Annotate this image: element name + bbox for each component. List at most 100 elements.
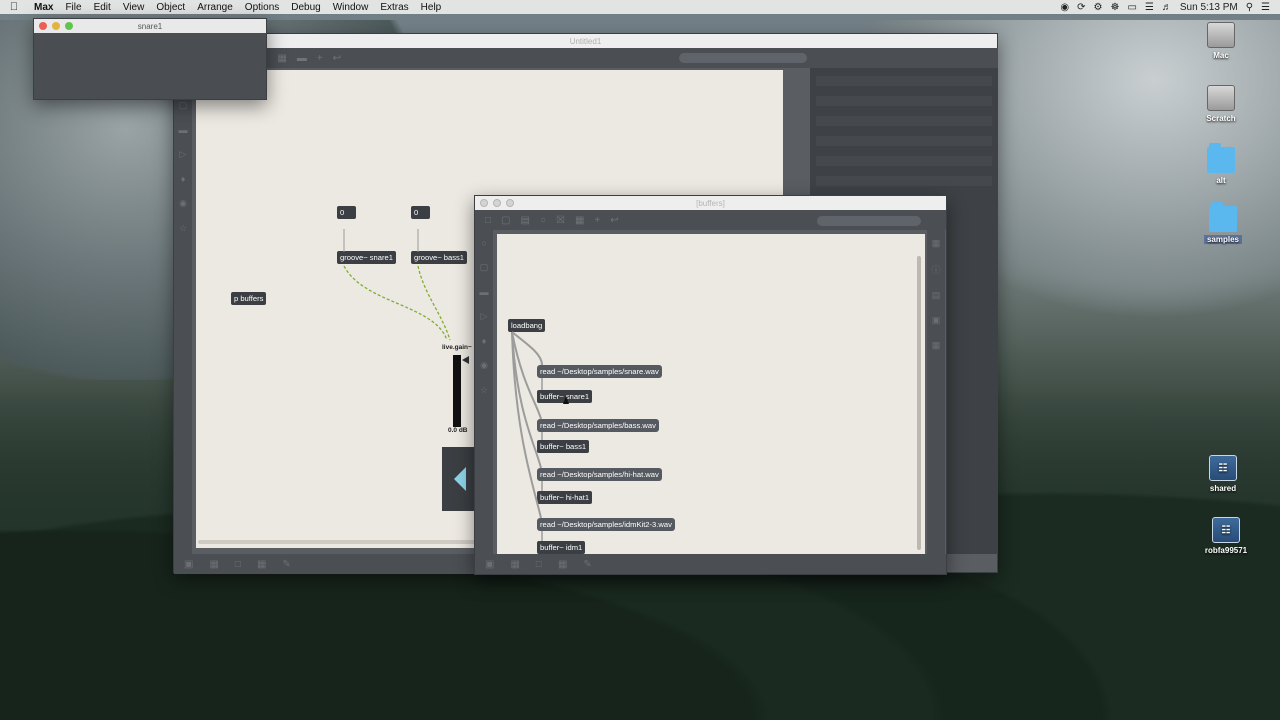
side-tool-icon[interactable]: ◉ — [480, 360, 488, 371]
main-search-field[interactable] — [679, 53, 807, 63]
robot-icon[interactable]: ☸ — [1111, 2, 1120, 13]
arrow-icon[interactable]: ↩ — [610, 215, 618, 226]
side-tool-icon[interactable]: ○ — [481, 238, 486, 248]
desktop-icon-samples[interactable]: samples — [1193, 202, 1253, 244]
menu-max[interactable]: Max — [28, 2, 59, 13]
lock-icon[interactable]: ▣ — [485, 559, 494, 570]
menu-window[interactable]: Window — [327, 2, 375, 13]
number-value: 0 — [340, 208, 345, 217]
read-hihat-message[interactable]: read ~/Desktop/samples/hi-hat.wav — [537, 468, 662, 481]
wifi-icon[interactable]: ☰ — [1145, 2, 1154, 13]
lock-icon[interactable]: ▣ — [184, 559, 193, 570]
new-object-icon[interactable]: ▢ — [501, 215, 510, 226]
snare-titlebar[interactable]: snare1 — [34, 19, 266, 33]
side-tool-icon[interactable]: ◉ — [179, 198, 187, 209]
edit-icon[interactable]: ✎ — [583, 559, 591, 570]
side-tool-icon[interactable]: ▤ — [932, 290, 941, 301]
slider-icon[interactable]: ▬ — [297, 53, 307, 64]
button-icon[interactable]: ○ — [540, 215, 546, 226]
add-icon[interactable]: + — [317, 53, 323, 64]
loadbang-object[interactable]: loadbang — [508, 319, 546, 332]
menu-file[interactable]: File — [59, 2, 87, 13]
menu-help[interactable]: Help — [415, 2, 448, 13]
read-idm-message[interactable]: read ~/Desktop/samples/idmKit2-3.wav — [537, 518, 675, 531]
number-icon[interactable]: ▦ — [277, 53, 286, 64]
side-tool-icon[interactable]: ▬ — [480, 287, 489, 297]
presentation-icon[interactable]: ▦ — [209, 559, 218, 570]
snare-window-title: snare1 — [137, 21, 163, 31]
number-icon[interactable]: ▦ — [575, 215, 584, 226]
desktop-icon-mac[interactable]: Mac — [1191, 22, 1251, 60]
read-snare-message[interactable]: read ~/Desktop/samples/snare.wav — [537, 365, 662, 378]
menu-options[interactable]: Options — [239, 2, 285, 13]
side-tool-icon[interactable]: ♦ — [181, 174, 186, 184]
side-tool-icon[interactable]: ♦ — [482, 336, 487, 346]
number-box-2[interactable]: 0 — [411, 206, 430, 219]
buffers-canvas[interactable]: loadbang read ~/Desktop/samples/snare.wa… — [497, 234, 925, 554]
side-tool-icon[interactable]: ▦ — [932, 340, 941, 351]
menu-debug[interactable]: Debug — [285, 2, 326, 13]
groove-bass-object[interactable]: groove~ bass1 — [411, 251, 468, 264]
record-icon[interactable]: ◉ — [1060, 2, 1069, 13]
side-tool-icon[interactable]: ☆ — [179, 223, 187, 234]
sync-icon[interactable]: ⟳ — [1077, 2, 1085, 13]
desktop-icon-scratch[interactable]: Scratch — [1191, 85, 1251, 123]
comment-icon[interactable]: □ — [235, 559, 241, 570]
horizontal-scrollbar[interactable] — [198, 540, 478, 544]
side-tool-icon[interactable]: ▦ — [932, 238, 941, 249]
buffers-search-field[interactable] — [817, 216, 921, 226]
hard-drive-icon — [1207, 22, 1235, 48]
grid-icon[interactable]: ▦ — [558, 559, 567, 570]
menu-view[interactable]: View — [117, 2, 151, 13]
menu-object[interactable]: Object — [150, 2, 191, 13]
ezdac-speaker-icon[interactable] — [442, 447, 476, 511]
main-titlebar[interactable]: Untitled1 — [174, 34, 997, 48]
toggle-icon[interactable]: ☒ — [556, 215, 565, 226]
message-icon[interactable]: ▤ — [521, 215, 530, 226]
side-tool-icon[interactable]: ▬ — [179, 125, 188, 135]
side-tool-icon[interactable]: ▷ — [180, 149, 187, 160]
side-tool-icon[interactable]: ▢ — [179, 100, 188, 111]
airplay-icon[interactable]: ▭ — [1127, 2, 1136, 13]
folder-icon — [1209, 202, 1237, 232]
p-buffers-object[interactable]: p buffers — [231, 292, 267, 305]
zoom-level-icon[interactable]: □ — [485, 215, 491, 226]
volume-icon[interactable]: ♬ — [1162, 2, 1172, 13]
apple-menu-icon[interactable]:  — [0, 1, 28, 13]
menu-edit[interactable]: Edit — [88, 2, 117, 13]
edit-icon[interactable]: ✎ — [282, 559, 290, 570]
groove-snare-object[interactable]: groove~ snare1 — [337, 251, 396, 264]
vertical-scrollbar[interactable] — [917, 256, 921, 550]
side-tool-icon[interactable]: ☆ — [480, 385, 488, 396]
gamepad-icon[interactable]: ⚙ — [1094, 2, 1103, 13]
grid-icon[interactable]: ▦ — [257, 559, 266, 570]
arrow-icon[interactable]: ↩ — [333, 53, 341, 64]
buffers-left-toolbar: ○ ▢ ▬ ▷ ♦ ◉ ☆ — [475, 230, 493, 556]
read-bass-message[interactable]: read ~/Desktop/samples/bass.wav — [537, 419, 659, 432]
menu-extras[interactable]: Extras — [374, 2, 414, 13]
notification-center-icon[interactable]: ☰ — [1261, 2, 1270, 13]
buffer-idm-object[interactable]: buffer~ idm1 — [537, 541, 586, 554]
number-box-1[interactable]: 0 — [337, 206, 356, 219]
spotlight-search-icon[interactable]: ⚲ — [1246, 2, 1253, 13]
live-gain-slider[interactable] — [453, 355, 461, 427]
add-icon[interactable]: + — [594, 215, 600, 226]
clock[interactable]: Sun 5:13 PM — [1180, 2, 1238, 13]
buffer-bass-object[interactable]: buffer~ bass1 — [537, 440, 590, 453]
desktop-icon-shared[interactable]: ☷ shared — [1193, 455, 1253, 493]
live-gain-handle-icon[interactable] — [462, 356, 469, 364]
folder-icon — [1207, 143, 1235, 173]
side-tool-icon[interactable]: ▢ — [480, 262, 489, 273]
side-tool-icon[interactable]: ⓘ — [931, 263, 940, 276]
buffers-patcher-window: [buffers] □ ▢ ▤ ○ ☒ ▦ + ↩ ○ ▢ ▬ ▷ ♦ ◉ ☆ … — [474, 195, 947, 575]
buffer-hihat-object[interactable]: buffer~ hi-hat1 — [537, 491, 593, 504]
desktop-icon-alt[interactable]: alt — [1191, 143, 1251, 185]
comment-icon[interactable]: □ — [536, 559, 542, 570]
presentation-icon[interactable]: ▦ — [510, 559, 519, 570]
buffers-titlebar[interactable]: [buffers] — [475, 196, 946, 210]
desktop-icon-robfa[interactable]: ☷ robfa99571 — [1196, 517, 1256, 555]
menu-arrange[interactable]: Arrange — [191, 2, 239, 13]
side-tool-icon[interactable]: ▷ — [481, 311, 488, 322]
hard-drive-icon — [1207, 85, 1235, 111]
side-tool-icon[interactable]: ▣ — [932, 315, 941, 326]
